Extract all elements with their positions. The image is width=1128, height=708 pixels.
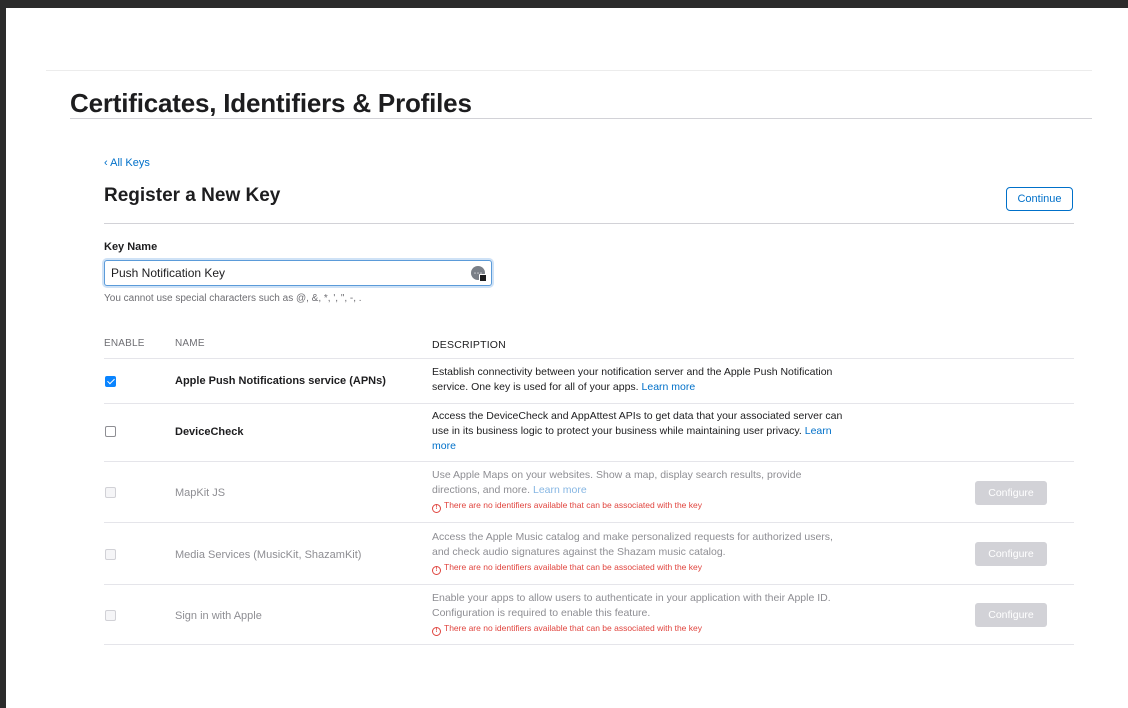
table-row: MapKit JS Use Apple Maps on your website… (104, 462, 1074, 523)
learn-more-link[interactable]: Learn more (533, 484, 587, 496)
configure-button-sign-in-with-apple[interactable]: Configure (975, 603, 1047, 627)
warning-text: There are no identifiers available that … (444, 500, 702, 510)
service-name: Media Services (MusicKit, ShazamKit) (175, 549, 362, 561)
exclamation-circle-icon: ! (432, 627, 441, 636)
service-description: Use Apple Maps on your websites. Show a … (432, 468, 852, 513)
top-divider (46, 70, 1092, 71)
no-identifiers-warning: ! There are no identifiers available that… (432, 561, 852, 575)
key-name-input[interactable] (105, 261, 465, 285)
configure-button-media-services[interactable]: Configure (975, 542, 1047, 566)
enable-checkbox-sign-in-with-apple (105, 610, 116, 621)
table-row: Media Services (MusicKit, ShazamKit) Acc… (104, 523, 1074, 585)
exclamation-circle-icon: ! (432, 504, 441, 513)
service-description: Enable your apps to allow users to authe… (432, 591, 852, 636)
key-name-field[interactable]: ⋯ (104, 260, 492, 286)
table-row: DeviceCheck Access the DeviceCheck and A… (104, 404, 1074, 462)
table-row: Sign in with Apple Enable your apps to a… (104, 585, 1074, 645)
service-name: Sign in with Apple (175, 610, 262, 622)
no-identifiers-warning: ! There are no identifiers available that… (432, 499, 852, 513)
description-text: Access the DeviceCheck and AppAttest API… (432, 410, 843, 437)
key-name-helper-text: You cannot use special characters such a… (104, 293, 362, 304)
service-description: Establish connectivity between your noti… (432, 365, 852, 395)
service-name: Apple Push Notifications service (APNs) (175, 375, 386, 387)
service-name: DeviceCheck (175, 426, 244, 438)
warning-text: There are no identifiers available that … (444, 623, 702, 633)
section-title: Register a New Key (104, 185, 281, 206)
column-header-name: NAME (175, 338, 205, 349)
key-name-label: Key Name (104, 241, 158, 253)
service-description: Access the DeviceCheck and AppAttest API… (432, 409, 852, 454)
enable-checkbox-devicecheck[interactable] (105, 426, 116, 437)
continue-button[interactable]: Continue (1006, 187, 1073, 211)
enable-checkbox-mapkit (105, 487, 116, 498)
column-header-description: DESCRIPTION (432, 339, 506, 351)
table-row: Apple Push Notifications service (APNs) … (104, 359, 1074, 404)
password-manager-icon[interactable]: ⋯ (471, 266, 487, 282)
description-text: Enable your apps to allow users to authe… (432, 592, 831, 619)
service-description: Access the Apple Music catalog and make … (432, 530, 852, 575)
description-text: Use Apple Maps on your websites. Show a … (432, 469, 802, 496)
enable-checkbox-apns[interactable] (105, 376, 116, 387)
enable-checkbox-media-services (105, 549, 116, 560)
table-header: ENABLE NAME DESCRIPTION (104, 330, 1074, 359)
configure-button-mapkit[interactable]: Configure (975, 481, 1047, 505)
description-text: Access the Apple Music catalog and make … (432, 531, 833, 558)
services-table: ENABLE NAME DESCRIPTION Apple Push Notif… (104, 330, 1074, 645)
page-frame: Certificates, Identifiers & Profiles ‹ A… (6, 8, 1128, 708)
description-text: Establish connectivity between your noti… (432, 366, 833, 393)
column-header-enable: ENABLE (104, 338, 145, 349)
learn-more-link[interactable]: Learn more (642, 381, 696, 393)
service-name: MapKit JS (175, 487, 226, 499)
page-title: Certificates, Identifiers & Profiles (70, 88, 472, 118)
exclamation-circle-icon: ! (432, 566, 441, 575)
no-identifiers-warning: ! There are no identifiers available that… (432, 622, 852, 636)
warning-text: There are no identifiers available that … (444, 562, 702, 572)
title-divider (70, 118, 1092, 119)
section-divider (104, 223, 1074, 224)
back-to-all-keys-link[interactable]: ‹ All Keys (104, 157, 150, 169)
